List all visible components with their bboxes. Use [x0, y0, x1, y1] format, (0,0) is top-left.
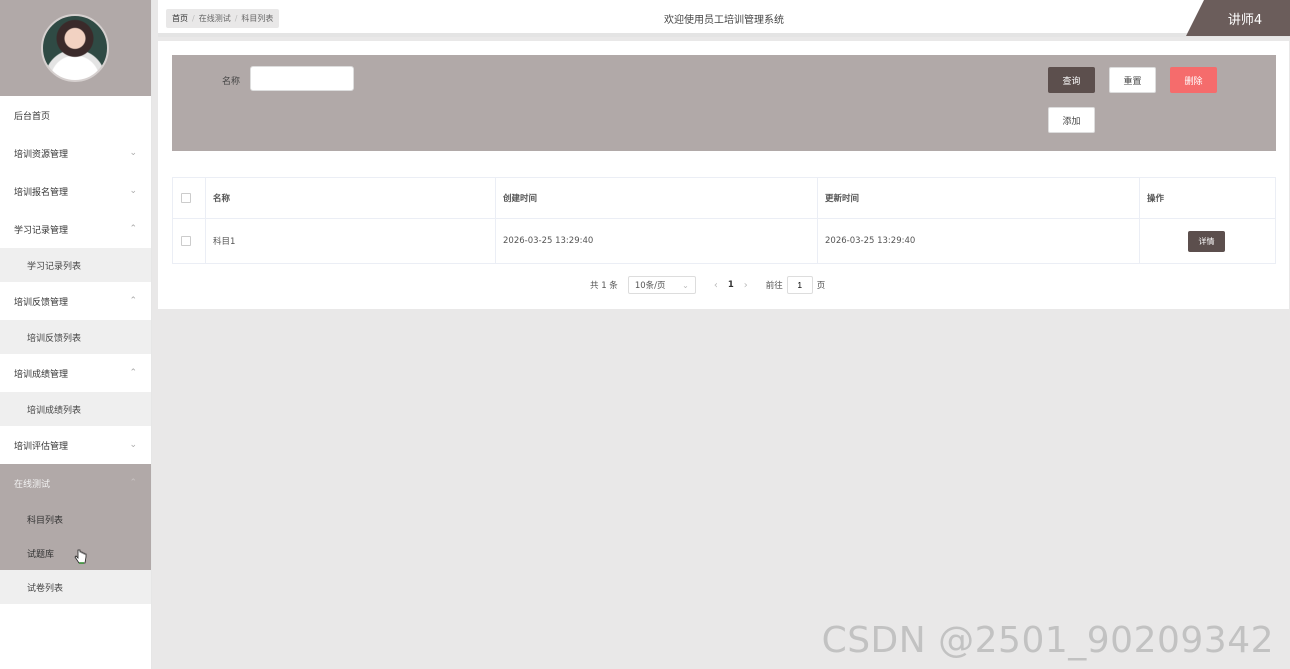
cell-actions: 详情 — [1140, 219, 1275, 263]
sidebar-item-label: 培训反馈列表 — [27, 333, 82, 344]
prev-page-icon[interactable]: ‹ — [714, 280, 718, 291]
cell-updated-time: 2026-03-25 13:29:40 — [818, 219, 1140, 263]
next-page-icon[interactable]: › — [744, 280, 748, 291]
name-search-input[interactable] — [250, 66, 354, 91]
column-header: 更新时间 — [818, 178, 1140, 218]
sidebar-item-training-resources[interactable]: 培训资源管理 ⌄ — [0, 134, 151, 172]
sidebar-item-label: 试卷列表 — [27, 583, 64, 594]
total-count: 共 1 条 — [590, 281, 618, 291]
header-checkbox-cell — [173, 178, 206, 218]
current-page-number[interactable]: 1 — [728, 280, 734, 290]
table-header-row: 名称 创建时间 更新时间 操作 — [173, 178, 1275, 219]
sidebar-item-label: 培训反馈管理 — [14, 297, 69, 308]
avatar[interactable] — [41, 14, 109, 82]
chevron-up-icon: ⌃ — [129, 478, 137, 488]
sidebar-item-label: 学习记录列表 — [27, 261, 82, 272]
system-title: 欢迎使用员工培训管理系统 — [664, 15, 784, 26]
sidebar-item-training-evaluation[interactable]: 培训评估管理 ⌄ — [0, 426, 151, 464]
top-bar: 首页 / 在线测试 / 科目列表 欢迎使用员工培训管理系统 讲师4 — [158, 0, 1290, 37]
sidebar-item-label: 培训评估管理 — [14, 441, 69, 452]
cell-name: 科目1 — [206, 219, 496, 263]
goto-label: 前往 — [765, 281, 783, 291]
content-card: 名称 查询 重置 删除 添加 名称 创建时间 更新时间 操作 科目1 2026-… — [158, 41, 1289, 309]
goto-page-input[interactable] — [786, 276, 813, 294]
column-header: 创建时间 — [496, 178, 818, 218]
user-badge[interactable]: 讲师4 — [1186, 0, 1290, 36]
chevron-down-icon: ⌄ — [682, 280, 689, 290]
chevron-down-icon: ⌄ — [129, 186, 137, 196]
sidebar-item-training-feedback[interactable]: 培训反馈管理 ⌃ — [0, 282, 151, 320]
sidebar: 后台首页 培训资源管理 ⌄ 培训报名管理 ⌄ 学习记录管理 ⌃ 学习记录列表 培… — [0, 0, 152, 669]
hand-cursor-icon — [74, 549, 87, 564]
sidebar-item-learning-records[interactable]: 学习记录管理 ⌃ — [0, 210, 151, 248]
chevron-up-icon: ⌃ — [129, 368, 137, 378]
column-header: 操作 — [1147, 194, 1165, 204]
sidebar-item-label: 培训报名管理 — [14, 187, 69, 198]
detail-button[interactable]: 详情 — [1188, 230, 1225, 252]
name-label: 名称 — [222, 77, 241, 87]
table-row: 科目1 2026-03-25 13:29:40 2026-03-25 13:29… — [173, 219, 1275, 263]
pagination: 共 1 条 10条/页 ⌄ ‹ 1 › 前往 页 — [590, 276, 825, 294]
column-header: 名称 — [206, 178, 496, 218]
sidebar-subitem-learning-record-list[interactable]: 学习记录列表 — [0, 248, 151, 282]
sidebar-subitem-exam-paper-list[interactable]: 试卷列表 — [0, 570, 151, 604]
chevron-down-icon: ⌄ — [129, 148, 137, 158]
search-panel: 名称 查询 重置 删除 添加 — [172, 55, 1276, 151]
chevron-down-icon: ⌄ — [129, 440, 137, 450]
select-all-checkbox[interactable] — [181, 193, 191, 203]
sidebar-item-label: 学习记录管理 — [14, 225, 69, 236]
subject-table: 名称 创建时间 更新时间 操作 科目1 2026-03-25 13:29:40 … — [172, 177, 1276, 264]
sidebar-subitem-score-list[interactable]: 培训成绩列表 — [0, 392, 151, 426]
sidebar-item-label: 培训成绩管理 — [14, 369, 69, 380]
delete-button[interactable]: 删除 — [1170, 67, 1217, 93]
reset-button[interactable]: 重置 — [1109, 67, 1156, 93]
sidebar-item-training-registration[interactable]: 培训报名管理 ⌄ — [0, 172, 151, 210]
sidebar-item-online-test[interactable]: 在线测试 ⌃ — [0, 464, 151, 502]
page-unit-label: 页 — [816, 281, 826, 291]
sidebar-item-label: 试题库 — [27, 549, 55, 560]
page-size-value: 10条/页 — [634, 281, 666, 291]
sidebar-item-label: 后台首页 — [14, 111, 51, 122]
sidebar-subitem-feedback-list[interactable]: 培训反馈列表 — [0, 320, 151, 354]
sidebar-item-dashboard[interactable]: 后台首页 — [0, 96, 151, 134]
chevron-up-icon: ⌃ — [129, 296, 137, 306]
query-button[interactable]: 查询 — [1048, 67, 1095, 93]
cell-created-time: 2026-03-25 13:29:40 — [496, 219, 818, 263]
sidebar-item-label: 培训成绩列表 — [27, 405, 82, 416]
sidebar-subitem-subject-list[interactable]: 科目列表 — [0, 502, 151, 536]
add-button[interactable]: 添加 — [1048, 107, 1095, 133]
chevron-up-icon: ⌃ — [129, 224, 137, 234]
sidebar-item-label: 培训资源管理 — [14, 149, 69, 160]
row-checkbox-cell — [173, 219, 206, 263]
page-size-select[interactable]: 10条/页 ⌄ — [627, 276, 696, 294]
watermark: CSDN @2501_90209342 — [821, 620, 1274, 661]
sidebar-item-training-scores[interactable]: 培训成绩管理 ⌃ — [0, 354, 151, 392]
sidebar-item-label: 在线测试 — [14, 479, 51, 490]
row-checkbox[interactable] — [181, 236, 191, 246]
sidebar-item-label: 科目列表 — [27, 515, 64, 526]
sidebar-avatar-area — [0, 0, 151, 96]
